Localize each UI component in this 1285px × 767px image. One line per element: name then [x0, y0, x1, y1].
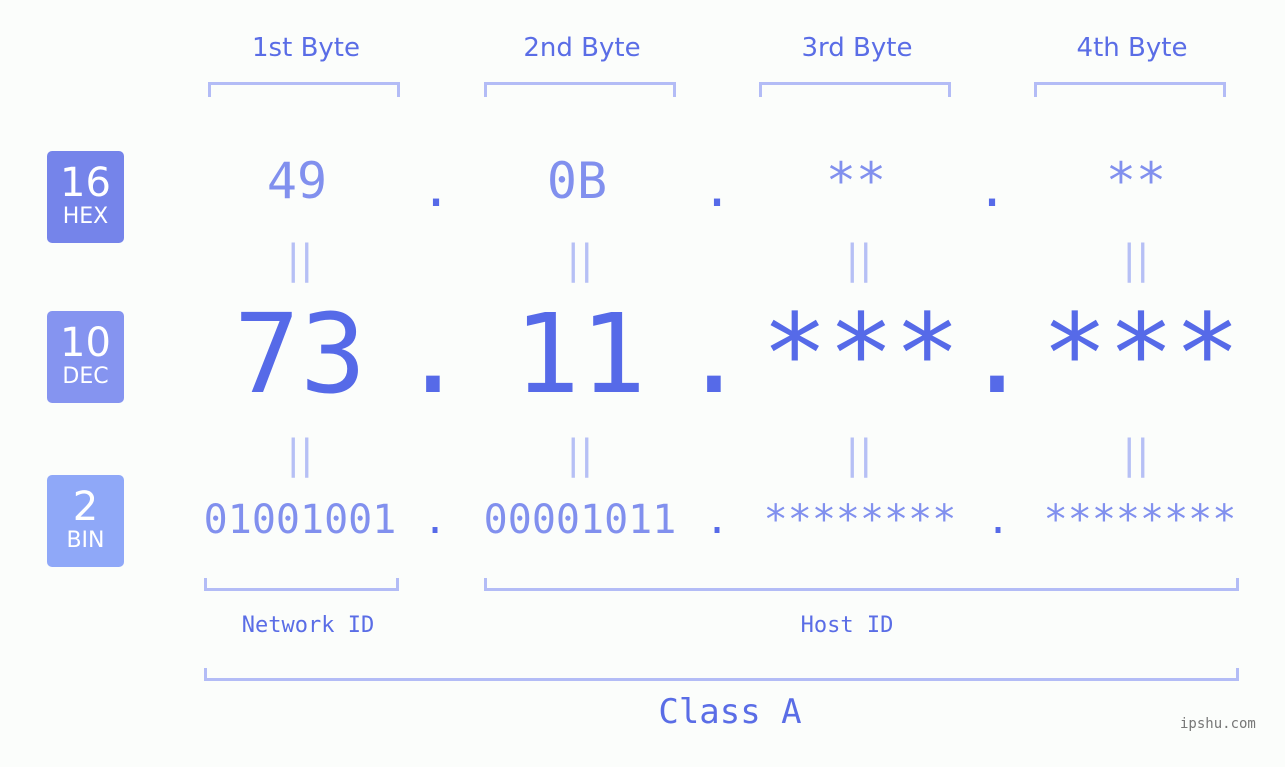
hex-badge-label: HEX [62, 204, 109, 229]
byte-header-4: 4th Byte [1076, 33, 1188, 63]
equals-dec-bin-4: || [1122, 432, 1150, 478]
host-id-bracket [484, 578, 1239, 591]
dec-byte-3: *** [761, 290, 961, 418]
network-id-label: Network ID [241, 613, 375, 638]
equals-hex-dec-4: || [1122, 237, 1150, 283]
hex-badge-number: 16 [60, 160, 111, 206]
bin-byte-4: ******** [1043, 497, 1237, 543]
class-label: Class A [658, 692, 802, 732]
dec-byte-2: 11 [513, 290, 647, 418]
dec-badge-label: DEC [62, 364, 109, 389]
equals-dec-bin-3: || [845, 432, 873, 478]
equals-dec-bin-1: || [286, 432, 314, 478]
bin-badge-label: BIN [66, 528, 105, 553]
dec-badge-number: 10 [60, 320, 111, 366]
bin-separator-2: . [704, 497, 730, 543]
hex-byte-2: 0B [546, 152, 608, 210]
bin-separator-1: . [422, 497, 448, 543]
watermark: ipshu.com [1180, 716, 1256, 732]
equals-hex-dec-1: || [286, 237, 314, 283]
bin-badge: 2 BIN [47, 475, 124, 567]
equals-hex-dec-3: || [845, 237, 873, 283]
byte-bracket-3 [759, 82, 951, 97]
hex-byte-3: ** [825, 152, 887, 210]
bin-byte-2: 00001011 [483, 497, 677, 543]
dec-separator-3: . [963, 290, 1031, 418]
bin-badge-number: 2 [72, 484, 99, 530]
dec-separator-2: . [680, 290, 748, 418]
host-id-label: Host ID [800, 613, 894, 638]
bin-byte-3: ******** [763, 497, 957, 543]
byte-header-1: 1st Byte [252, 33, 360, 63]
byte-bracket-1 [208, 82, 400, 97]
bin-separator-3: . [985, 497, 1011, 543]
dec-byte-4: *** [1041, 290, 1241, 418]
equals-dec-bin-2: || [566, 432, 594, 478]
byte-bracket-4 [1034, 82, 1226, 97]
byte-header-2: 2nd Byte [523, 33, 641, 63]
byte-bracket-2 [484, 82, 676, 97]
hex-badge: 16 HEX [47, 151, 124, 243]
hex-separator-1: . [420, 160, 452, 218]
dec-byte-1: 73 [233, 290, 367, 418]
byte-header-3: 3rd Byte [801, 33, 913, 63]
dec-separator-1: . [399, 290, 467, 418]
class-bracket [204, 668, 1239, 681]
dec-badge: 10 DEC [47, 311, 124, 403]
hex-byte-1: 49 [266, 152, 328, 210]
equals-hex-dec-2: || [566, 237, 594, 283]
hex-byte-4: ** [1105, 152, 1167, 210]
network-id-bracket [204, 578, 399, 591]
bin-byte-1: 01001001 [203, 497, 397, 543]
hex-separator-2: . [701, 160, 733, 218]
hex-separator-3: . [976, 160, 1008, 218]
